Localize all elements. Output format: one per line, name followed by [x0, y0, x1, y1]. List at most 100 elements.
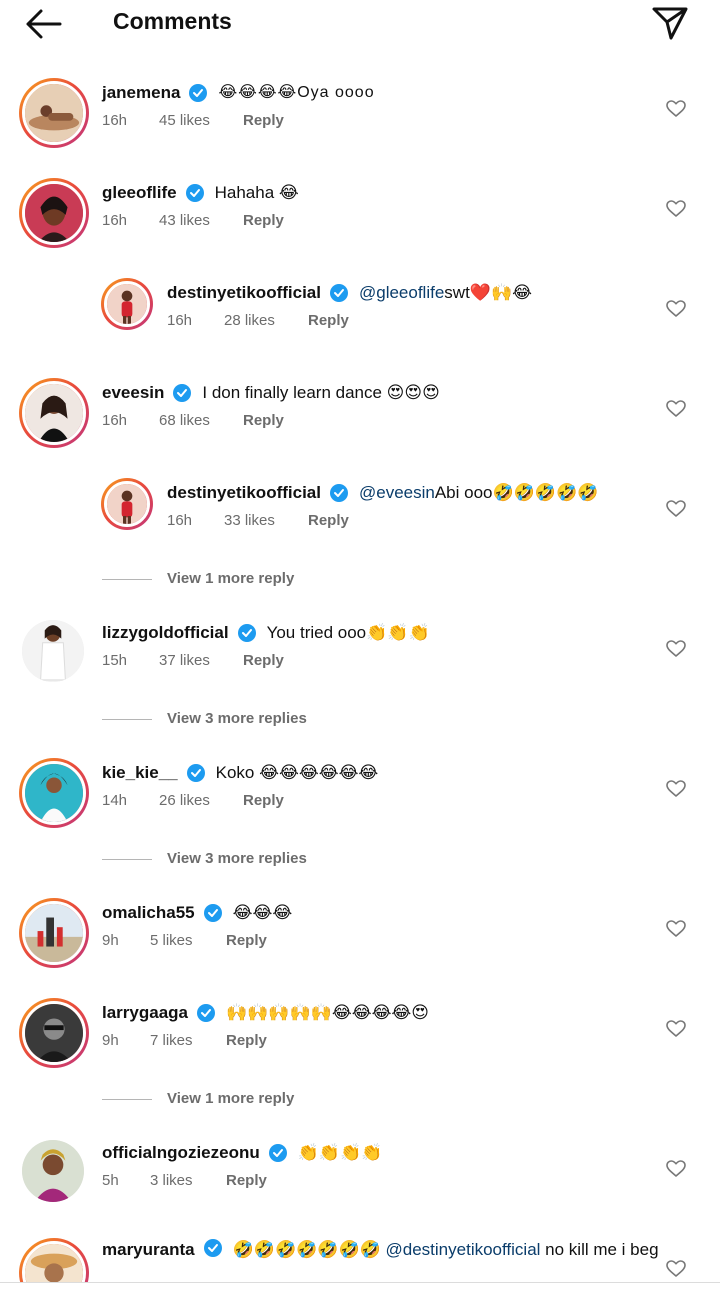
like-count[interactable]: 3 likes	[150, 1172, 193, 1189]
like-count[interactable]: 37 likes	[159, 652, 210, 669]
mention-link[interactable]: @eveesin	[359, 482, 435, 504]
divider	[102, 1099, 152, 1100]
like-button[interactable]	[666, 499, 686, 519]
like-button[interactable]	[666, 399, 686, 419]
like-count[interactable]: 28 likes	[224, 312, 275, 329]
comment-time: 16h	[102, 212, 128, 229]
username[interactable]: destinyetikoofficial	[167, 282, 321, 304]
like-count[interactable]: 43 likes	[159, 212, 210, 229]
verified-badge-icon	[268, 1143, 288, 1163]
comment-text: 😂😂😂	[232, 903, 293, 922]
like-button[interactable]	[666, 639, 686, 659]
heart-icon	[666, 200, 686, 217]
view-more-replies[interactable]: View 3 more replies	[102, 708, 402, 732]
reply-item: destinyetikoofficial @eveesin Abi ooo🤣🤣🤣…	[0, 478, 720, 568]
view-more-replies[interactable]: View 1 more reply	[102, 568, 402, 592]
like-button[interactable]	[666, 299, 686, 319]
heart-icon	[666, 640, 686, 657]
comment-item: eveesin I don finally learn dance 😍😍😍 16…	[0, 378, 720, 468]
avatar[interactable]	[19, 178, 89, 248]
username[interactable]: gleeoflife	[102, 182, 177, 204]
heart-icon	[666, 1160, 686, 1177]
view-more-label: View 1 more reply	[167, 570, 295, 587]
view-more-label: View 3 more replies	[167, 850, 307, 867]
view-more-label: View 1 more reply	[167, 1090, 295, 1107]
avatar[interactable]	[19, 758, 89, 828]
heart-icon	[666, 300, 686, 317]
divider	[102, 579, 152, 580]
like-button[interactable]	[666, 919, 686, 939]
comment-text: Abi ooo🤣🤣🤣🤣🤣	[434, 483, 599, 502]
comment-item: maryuranta 🤣🤣🤣🤣🤣🤣🤣 @destinyetikoofficial …	[0, 1238, 720, 1282]
heart-icon	[666, 920, 686, 937]
username[interactable]: janemena	[102, 82, 180, 104]
like-count[interactable]: 45 likes	[159, 112, 210, 129]
comment-time: 14h	[102, 792, 128, 809]
avatar[interactable]	[19, 998, 89, 1068]
heart-icon	[666, 100, 686, 117]
reply-button[interactable]: Reply	[243, 412, 284, 429]
like-button[interactable]	[666, 779, 686, 799]
like-count[interactable]: 26 likes	[159, 792, 210, 809]
username[interactable]: larrygaaga	[102, 1002, 188, 1024]
avatar[interactable]	[22, 1140, 84, 1202]
comment-time: 16h	[167, 512, 193, 529]
comment-text-emoji: 🤣🤣🤣🤣🤣🤣🤣	[232, 1240, 381, 1259]
reply-button[interactable]: Reply	[243, 652, 284, 669]
like-count[interactable]: 68 likes	[159, 412, 210, 429]
view-more-replies[interactable]: View 1 more reply	[102, 1088, 402, 1112]
like-button[interactable]	[666, 1259, 686, 1279]
avatar[interactable]	[22, 620, 84, 682]
back-button[interactable]	[24, 6, 64, 42]
username[interactable]: eveesin	[102, 382, 164, 404]
divider	[102, 859, 152, 860]
reply-button[interactable]: Reply	[308, 312, 349, 329]
reply-button[interactable]: Reply	[226, 1032, 267, 1049]
avatar[interactable]	[19, 378, 89, 448]
view-more-replies[interactable]: View 3 more replies	[102, 848, 402, 872]
like-count[interactable]: 5 likes	[150, 932, 193, 949]
like-button[interactable]	[666, 99, 686, 119]
reply-button[interactable]: Reply	[226, 932, 267, 949]
reply-button[interactable]: Reply	[243, 792, 284, 809]
reply-button[interactable]: Reply	[243, 112, 284, 129]
avatar[interactable]	[19, 78, 89, 148]
heart-icon	[666, 400, 686, 417]
comment-item: omalicha55 😂😂😂 9h 5 likes Reply	[0, 898, 720, 988]
like-button[interactable]	[666, 1019, 686, 1039]
like-button[interactable]	[666, 1159, 686, 1179]
verified-badge-icon	[329, 483, 349, 503]
username[interactable]: destinyetikoofficial	[167, 482, 321, 504]
mention-link[interactable]: @destinyetikoofficial	[386, 1240, 541, 1259]
comment-item: gleeoflife Hahaha 😂 16h 43 likes Reply	[0, 178, 720, 268]
heart-icon	[666, 1260, 686, 1277]
like-count[interactable]: 33 likes	[224, 512, 275, 529]
heart-icon	[666, 500, 686, 517]
avatar[interactable]	[101, 278, 153, 330]
comment-text: Koko 😂😂😂😂😂😂	[215, 763, 379, 782]
comment-text: You tried ooo👏👏👏	[266, 623, 430, 642]
header-bar: Comments	[0, 0, 720, 48]
reply-button[interactable]: Reply	[243, 212, 284, 229]
heart-icon	[666, 780, 686, 797]
avatar[interactable]	[19, 1238, 89, 1282]
paper-plane-icon	[652, 7, 688, 40]
comment-time: 15h	[102, 652, 128, 669]
like-button[interactable]	[666, 199, 686, 219]
username[interactable]: lizzygoldofficial	[102, 622, 229, 644]
mention-link[interactable]: @gleeoflife	[359, 282, 444, 304]
comment-time: 16h	[102, 412, 128, 429]
username[interactable]: officialngoziezeonu	[102, 1142, 260, 1164]
comment-text: 😂😂😂😂Oya oooo	[218, 84, 375, 101]
reply-button[interactable]: Reply	[226, 1172, 267, 1189]
verified-badge-icon	[185, 183, 205, 203]
username[interactable]: maryuranta	[102, 1240, 195, 1259]
avatar[interactable]	[19, 898, 89, 968]
username[interactable]: omalicha55	[102, 902, 195, 924]
reply-button[interactable]: Reply	[308, 512, 349, 529]
comment-text: swt❤️🙌😂	[444, 283, 532, 302]
username[interactable]: kie_kie__	[102, 762, 178, 784]
like-count[interactable]: 7 likes	[150, 1032, 193, 1049]
avatar[interactable]	[101, 478, 153, 530]
share-button[interactable]	[650, 4, 690, 42]
